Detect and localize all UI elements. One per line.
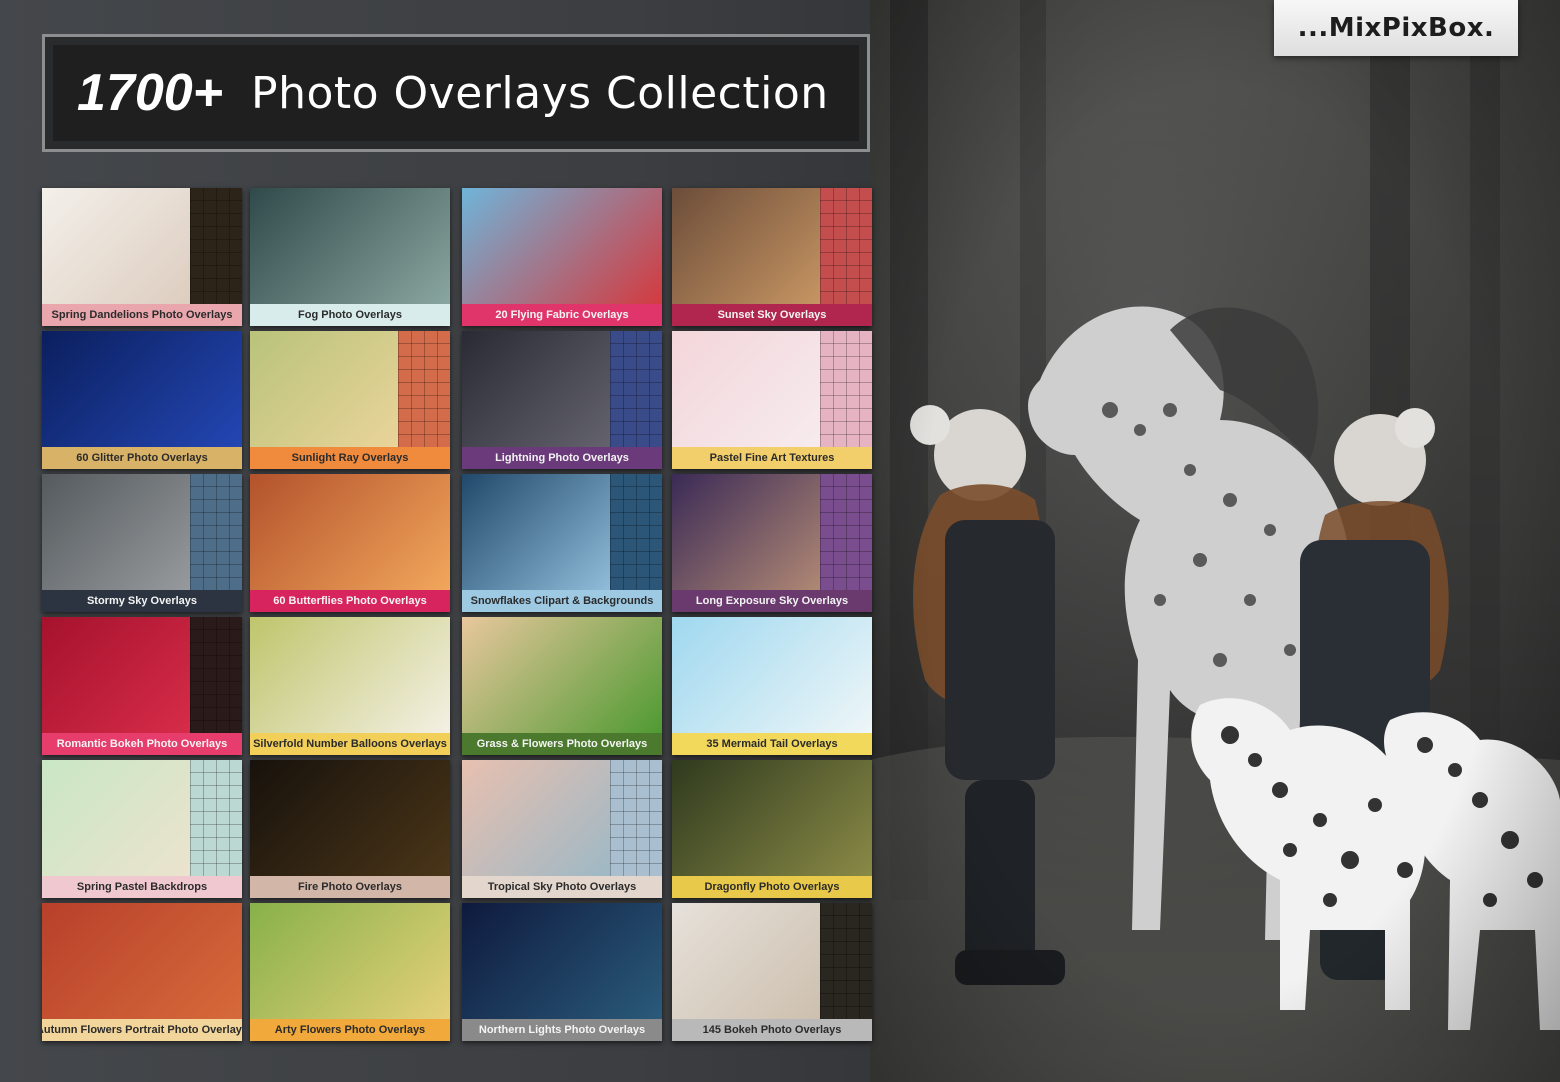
- tile-thumbnail-strip: [820, 903, 872, 1019]
- product-tile[interactable]: 60 Glitter Photo Overlays: [42, 331, 242, 469]
- tile-caption: Grass & Flowers Photo Overlays: [462, 733, 662, 755]
- hero-illustration: [870, 0, 1560, 1082]
- tile-caption: Snowflakes Clipart & Backgrounds: [462, 590, 662, 612]
- tile-preview-image: [462, 188, 662, 304]
- tile-thumbnail-strip: [190, 760, 242, 876]
- tile-caption: Pastel Fine Art Textures: [672, 447, 872, 469]
- tile-caption: Tropical Sky Photo Overlays: [462, 876, 662, 898]
- product-tile[interactable]: Lightning Photo Overlays: [462, 331, 662, 469]
- tile-caption: 60 Butterflies Photo Overlays: [250, 590, 450, 612]
- tile-thumbnail-strip: [610, 331, 662, 447]
- tile-caption: Stormy Sky Overlays: [42, 590, 242, 612]
- tile-caption: Northern Lights Photo Overlays: [462, 1019, 662, 1041]
- tile-thumbnail-strip: [398, 331, 450, 447]
- tile-preview-image: [250, 617, 450, 733]
- hero-photo: [870, 0, 1560, 1082]
- tile-thumbnail-strip: [820, 331, 872, 447]
- title-banner: 1700+ Photo Overlays Collection: [42, 34, 870, 152]
- product-tile[interactable]: 35 Mermaid Tail Overlays: [672, 617, 872, 755]
- tile-caption: Long Exposure Sky Overlays: [672, 590, 872, 612]
- tile-preview-image: [250, 903, 450, 1019]
- tile-thumbnail-strip: [820, 188, 872, 304]
- tile-thumbnail-strip: [190, 474, 242, 590]
- tile-caption: Sunset Sky Overlays: [672, 304, 872, 326]
- product-tile[interactable]: 145 Bokeh Photo Overlays: [672, 903, 872, 1041]
- tile-preview-image: [672, 617, 872, 733]
- tile-caption: Spring Dandelions Photo Overlays: [42, 304, 242, 326]
- tile-caption: Fog Photo Overlays: [250, 304, 450, 326]
- tile-caption: 145 Bokeh Photo Overlays: [672, 1019, 872, 1041]
- tile-caption: Sunlight Ray Overlays: [250, 447, 450, 469]
- tile-caption: Romantic Bokeh Photo Overlays: [42, 733, 242, 755]
- tile-caption: Fire Photo Overlays: [250, 876, 450, 898]
- product-tile-grid: Spring Dandelions Photo Overlays Fog Phot…: [42, 188, 872, 1041]
- tile-thumbnail-strip: [610, 760, 662, 876]
- product-tile[interactable]: Tropical Sky Photo Overlays: [462, 760, 662, 898]
- product-tile[interactable]: Pastel Fine Art Textures: [672, 331, 872, 469]
- product-tile[interactable]: Silverfold Number Balloons Overlays: [250, 617, 450, 755]
- title-count: 1700+: [77, 64, 224, 122]
- brand-badge[interactable]: ...MixPixBox.: [1274, 0, 1518, 56]
- tile-caption: Arty Flowers Photo Overlays: [250, 1019, 450, 1041]
- product-tile[interactable]: Northern Lights Photo Overlays: [462, 903, 662, 1041]
- product-tile[interactable]: Romantic Bokeh Photo Overlays: [42, 617, 242, 755]
- tile-caption: Dragonfly Photo Overlays: [672, 876, 872, 898]
- tile-thumbnail-strip: [190, 617, 242, 733]
- product-tile[interactable]: Spring Dandelions Photo Overlays: [42, 188, 242, 326]
- product-tile[interactable]: Sunset Sky Overlays: [672, 188, 872, 326]
- tile-caption: Silverfold Number Balloons Overlays: [250, 733, 450, 755]
- product-tile[interactable]: Autumn Flowers Portrait Photo Overlays: [42, 903, 242, 1041]
- tile-preview-image: [42, 903, 242, 1019]
- tile-caption: Spring Pastel Backdrops: [42, 876, 242, 898]
- product-tile[interactable]: Dragonfly Photo Overlays: [672, 760, 872, 898]
- tile-caption: 35 Mermaid Tail Overlays: [672, 733, 872, 755]
- product-tile[interactable]: Fire Photo Overlays: [250, 760, 450, 898]
- tile-thumbnail-strip: [610, 474, 662, 590]
- tile-caption: Autumn Flowers Portrait Photo Overlays: [42, 1019, 242, 1041]
- page-title: Photo Overlays Collection: [251, 67, 829, 119]
- product-tile[interactable]: Arty Flowers Photo Overlays: [250, 903, 450, 1041]
- tile-preview-image: [250, 760, 450, 876]
- tile-preview-image: [672, 760, 872, 876]
- tile-thumbnail-strip: [820, 474, 872, 590]
- product-tile[interactable]: Stormy Sky Overlays: [42, 474, 242, 612]
- tile-thumbnail-strip: [190, 188, 242, 304]
- tile-preview-image: [462, 903, 662, 1019]
- poster-canvas: ...MixPixBox. 1700+ Photo Overlays Colle…: [0, 0, 1560, 1082]
- brand-logo: ...MixPixBox.: [1297, 13, 1495, 43]
- tile-caption: Lightning Photo Overlays: [462, 447, 662, 469]
- tile-caption: 60 Glitter Photo Overlays: [42, 447, 242, 469]
- product-tile[interactable]: Snowflakes Clipart & Backgrounds: [462, 474, 662, 612]
- product-tile[interactable]: 60 Butterflies Photo Overlays: [250, 474, 450, 612]
- tile-preview-image: [42, 331, 242, 447]
- product-tile[interactable]: Fog Photo Overlays: [250, 188, 450, 326]
- product-tile[interactable]: Grass & Flowers Photo Overlays: [462, 617, 662, 755]
- tile-preview-image: [462, 617, 662, 733]
- product-tile[interactable]: 20 Flying Fabric Overlays: [462, 188, 662, 326]
- title-banner-inner: 1700+ Photo Overlays Collection: [53, 45, 859, 141]
- product-tile[interactable]: Spring Pastel Backdrops: [42, 760, 242, 898]
- tile-caption: 20 Flying Fabric Overlays: [462, 304, 662, 326]
- tile-preview-image: [250, 474, 450, 590]
- product-tile[interactable]: Sunlight Ray Overlays: [250, 331, 450, 469]
- tile-preview-image: [250, 188, 450, 304]
- product-tile[interactable]: Long Exposure Sky Overlays: [672, 474, 872, 612]
